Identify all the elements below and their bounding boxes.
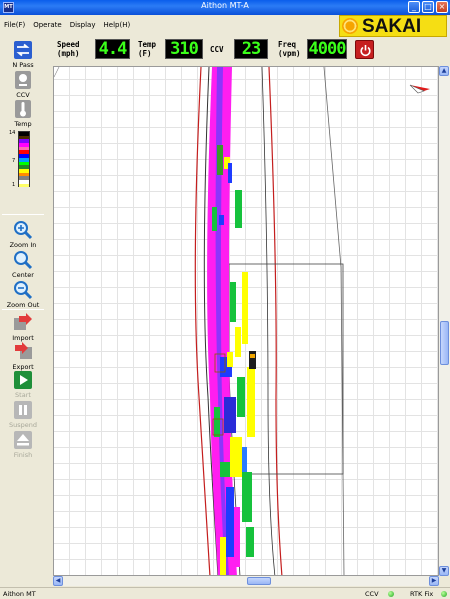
import-button[interactable]: Import (0, 313, 46, 342)
start-label: Start (15, 391, 31, 399)
status-bar: Aithon MT CCV RTK Fix (0, 587, 450, 599)
zoom-out-icon (14, 281, 33, 300)
zoom-out-button[interactable]: Zoom Out (0, 280, 46, 309)
temp-label-side: Temp (14, 120, 32, 128)
power-button[interactable] (355, 40, 374, 59)
color-legend (18, 131, 30, 188)
rtk-status-led-icon (441, 591, 447, 597)
start-button[interactable]: Start (0, 370, 46, 399)
thermometer-icon (15, 100, 31, 118)
n-pass-icon (14, 41, 32, 59)
legend-swatch (19, 183, 29, 188)
menu-help[interactable]: Help(H) (104, 21, 131, 29)
horizontal-scroll-thumb[interactable] (247, 577, 271, 585)
legend-max: 14 (9, 130, 16, 136)
readout-bar: Speed (mph) 4.4 Temp (F) 310 CCV 23 Freq (v… (55, 36, 385, 63)
zoom-in-label: Zoom In (9, 241, 37, 249)
compaction-map[interactable] (53, 66, 439, 576)
center-icon (14, 251, 33, 270)
zoom-out-label: Zoom Out (6, 301, 40, 309)
close-button[interactable]: × (436, 1, 448, 13)
temp-value: 310 (165, 39, 203, 59)
status-app-name: Aithon MT (3, 590, 36, 598)
ccv-status-led-icon (388, 591, 394, 597)
temp-button[interactable]: Temp (0, 99, 46, 128)
sakai-logo: SAKAI (339, 15, 447, 37)
export-button[interactable]: Export (0, 342, 46, 371)
sun-logo-icon (342, 18, 358, 34)
center-button[interactable]: Center (0, 250, 46, 279)
finish-button[interactable]: Finish (0, 430, 46, 459)
title-bar[interactable]: MT Aithon MT-A _ □ × (0, 0, 450, 15)
legend-mid: 7 (12, 158, 16, 164)
minimize-button[interactable]: _ (408, 1, 420, 13)
speed-value: 4.4 (95, 39, 130, 59)
menu-file[interactable]: File(F) (4, 21, 25, 29)
import-icon (14, 313, 32, 330)
temp-label: Temp (F) (138, 40, 157, 58)
import-label: Import (12, 334, 34, 342)
vertical-scroll-thumb[interactable] (440, 321, 449, 365)
ccv-label: CCV (210, 45, 224, 54)
ccv-button[interactable]: CCV (0, 70, 46, 99)
status-rtk-label: RTK Fix (410, 590, 434, 598)
legend-min: 1 (12, 182, 16, 188)
freq-value: 4000 (307, 39, 347, 59)
speed-label: Speed (mph) (57, 40, 80, 58)
menu-display[interactable]: Display (70, 21, 96, 29)
pause-icon (14, 401, 32, 419)
ccv-value: 23 (234, 39, 268, 59)
north-arrow-icon (409, 84, 430, 94)
power-icon (360, 45, 371, 57)
scroll-left-arrow-icon[interactable]: ◀ (53, 576, 63, 586)
menu-operate[interactable]: Operate (33, 21, 61, 29)
vertical-scrollbar[interactable]: ▲ ▼ (439, 66, 450, 576)
freq-label: Freq (vpm) (278, 40, 301, 58)
window-title: Aithon MT-A (201, 1, 249, 10)
export-icon (15, 342, 32, 359)
zoom-in-icon (14, 221, 33, 240)
suspend-label: Suspend (8, 421, 37, 429)
eject-icon (14, 431, 32, 449)
n-pass-label: N Pass (12, 61, 34, 69)
brand-name: SAKAI (362, 16, 422, 37)
play-icon (14, 371, 32, 389)
suspend-button[interactable]: Suspend (0, 400, 46, 429)
scroll-down-arrow-icon[interactable]: ▼ (439, 566, 449, 576)
divider (2, 309, 44, 310)
n-pass-button[interactable]: N Pass (0, 40, 46, 69)
scroll-up-arrow-icon[interactable]: ▲ (439, 66, 449, 76)
tool-sidebar: N Pass CCV Temp 14 7 1 Zoom In Center Zo… (0, 36, 46, 576)
scroll-right-arrow-icon[interactable]: ▶ (429, 576, 439, 586)
horizontal-scrollbar[interactable]: ◀ ▶ (53, 576, 439, 586)
status-ccv-label: CCV (365, 590, 379, 598)
finish-label: Finish (13, 451, 33, 459)
app-window: MT Aithon MT-A _ □ × File(F) Operate Dis… (0, 0, 450, 599)
menu-bar: File(F) Operate Display Help(H) (0, 15, 340, 34)
divider (2, 214, 44, 215)
maximize-button[interactable]: □ (422, 1, 434, 13)
ccv-label-side: CCV (16, 91, 30, 99)
center-label: Center (12, 271, 34, 279)
ccv-icon (15, 71, 31, 89)
zoom-in-button[interactable]: Zoom In (0, 220, 46, 249)
map-canvas (54, 67, 430, 575)
